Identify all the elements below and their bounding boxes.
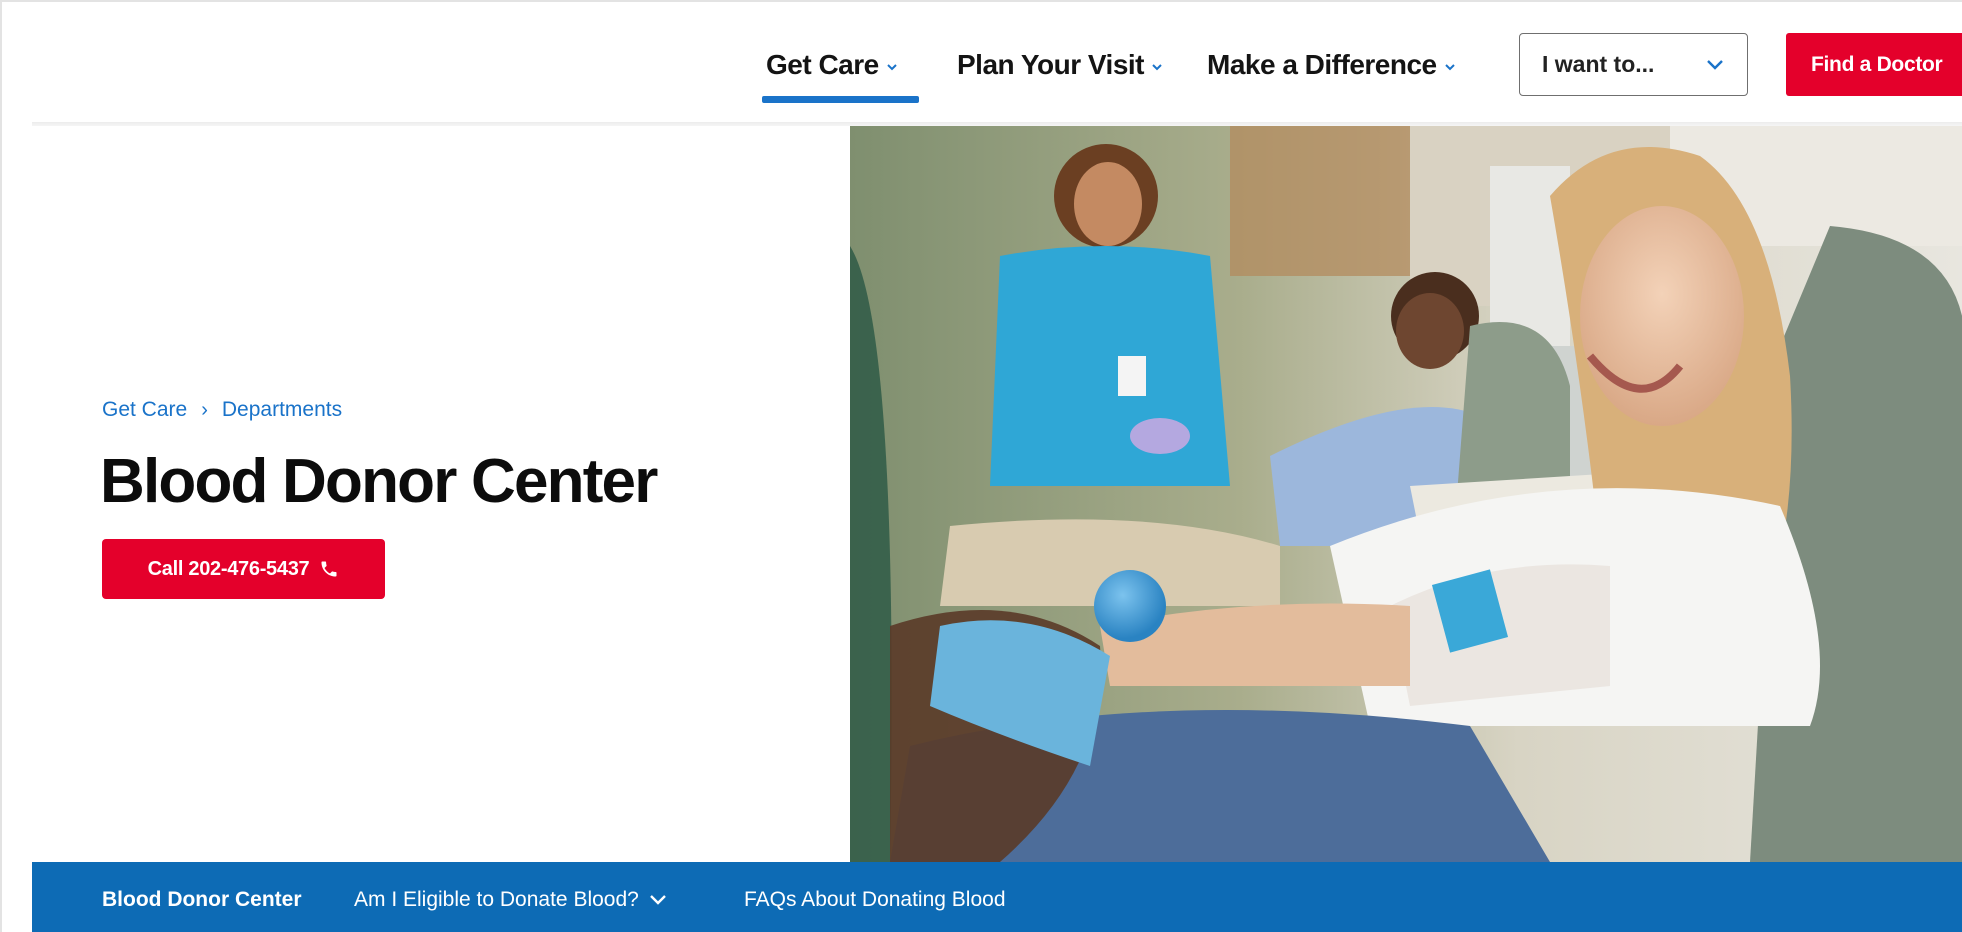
- i-want-to-dropdown[interactable]: I want to...: [1519, 33, 1748, 96]
- nav-item-get-care[interactable]: Get Care: [766, 42, 899, 88]
- nav-item-label: Make a Difference: [1207, 49, 1437, 80]
- nav-item-plan-your-visit[interactable]: Plan Your Visit: [957, 42, 1164, 88]
- find-a-doctor-button[interactable]: Find a Doctor: [1786, 33, 1962, 96]
- subnav-item-label: Blood Donor Center: [102, 888, 302, 911]
- chevron-down-icon: [1707, 59, 1723, 70]
- subnav-item-label: FAQs About Donating Blood: [744, 888, 1006, 911]
- breadcrumb-link-departments[interactable]: Departments: [222, 398, 342, 422]
- chevron-down-icon: [1152, 64, 1162, 71]
- left-gutter: [2, 2, 32, 932]
- breadcrumb: Get Care › Departments: [102, 398, 342, 422]
- subnav-item-faqs[interactable]: FAQs About Donating Blood: [744, 888, 1006, 912]
- call-button[interactable]: Call 202-476-5437: [102, 539, 385, 599]
- i-want-to-label: I want to...: [1542, 51, 1655, 77]
- chevron-down-icon: [887, 64, 897, 71]
- subnav-item-label: Am I Eligible to Donate Blood?: [354, 888, 639, 911]
- breadcrumb-link-get-care[interactable]: Get Care: [102, 398, 187, 422]
- nav-item-make-a-difference[interactable]: Make a Difference: [1207, 42, 1457, 88]
- active-nav-indicator: [762, 96, 919, 103]
- subnav-item-blood-donor-center[interactable]: Blood Donor Center: [102, 888, 302, 912]
- section-subnav: Blood Donor Center Am I Eligible to Dona…: [32, 862, 1962, 932]
- nav-item-label: Plan Your Visit: [957, 49, 1145, 80]
- page-title: Blood Donor Center: [100, 447, 658, 516]
- call-button-label: Call 202-476-5437: [147, 557, 310, 580]
- nav-item-label: Get Care: [766, 49, 879, 80]
- blood-donation-photo: [850, 126, 1962, 862]
- chevron-right-icon: ›: [201, 398, 208, 421]
- chevron-down-icon: [649, 895, 666, 905]
- phone-icon: [321, 561, 337, 577]
- page: Get Care Plan Your Visit Make a Differen…: [0, 0, 1962, 932]
- subnav-item-am-i-eligible[interactable]: Am I Eligible to Donate Blood?: [354, 888, 667, 912]
- hero-image: [850, 126, 1962, 862]
- chevron-down-icon: [1444, 64, 1455, 71]
- top-navigation: Get Care Plan Your Visit Make a Differen…: [2, 2, 1962, 124]
